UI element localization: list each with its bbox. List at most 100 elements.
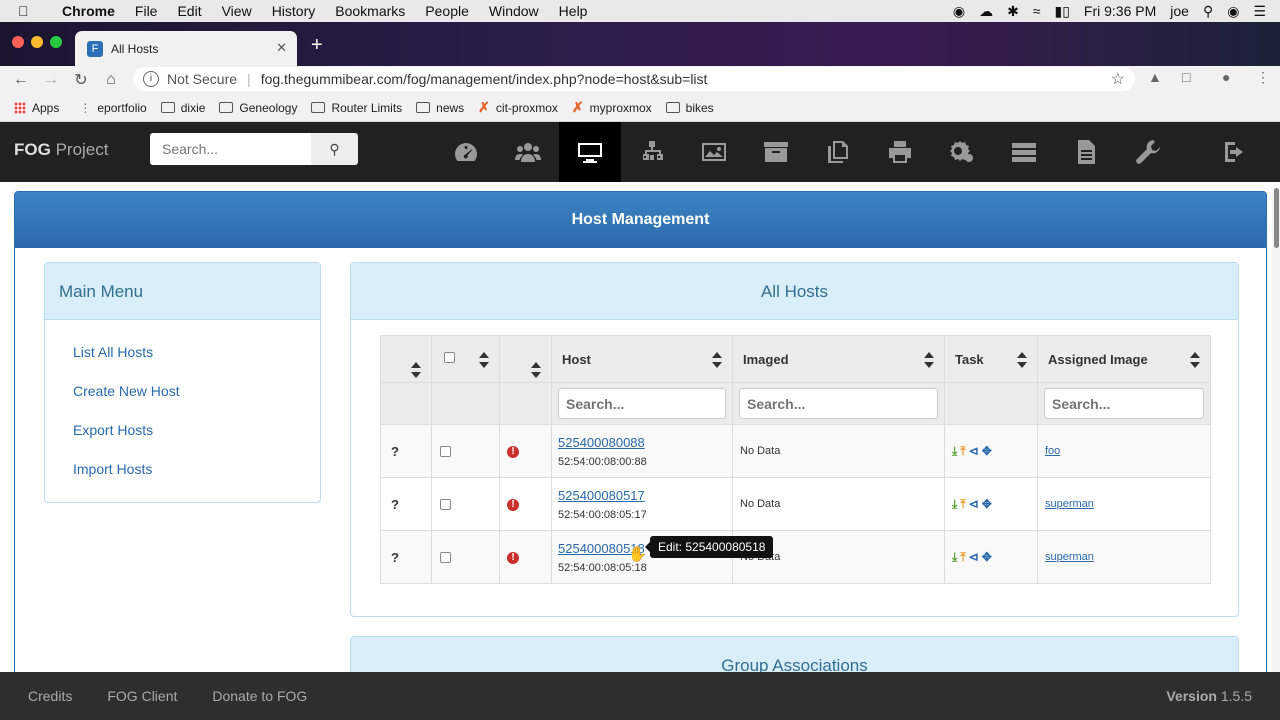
clock[interactable]: Fri 9:36 PM xyxy=(1084,3,1156,19)
share-icon[interactable]: ⊲ xyxy=(969,497,979,511)
menu-create-new-host[interactable]: Create New Host xyxy=(73,383,320,399)
apple-icon[interactable]:  xyxy=(18,3,40,19)
siri-icon[interactable]: ◉ xyxy=(1227,3,1239,20)
advanced-icon[interactable]: ✥ xyxy=(982,497,992,511)
select-column-header[interactable] xyxy=(431,335,500,383)
scrollbar[interactable] xyxy=(1272,188,1280,672)
settings-icon[interactable] xyxy=(1117,122,1179,182)
address-bar[interactable]: i Not Secure | fog.thegummibear.com/fog/… xyxy=(133,67,1135,91)
home-icon[interactable]: ⌂ xyxy=(96,71,126,89)
close-window-icon[interactable] xyxy=(12,36,24,48)
status-column-header[interactable] xyxy=(380,335,432,383)
deploy-icon[interactable]: ⤓ xyxy=(952,444,957,459)
sort-icon[interactable] xyxy=(411,362,421,378)
new-tab-icon[interactable]: + xyxy=(311,34,323,57)
menu-app-name[interactable]: Chrome xyxy=(62,3,115,19)
menu-help[interactable]: Help xyxy=(559,3,588,19)
bookmark-bikes[interactable]: bikes xyxy=(665,101,714,115)
row-checkbox[interactable] xyxy=(440,498,451,510)
bookmark-eportfolio[interactable]: ⋮ eportfolio xyxy=(79,101,146,115)
host-link[interactable]: 525400080517 xyxy=(558,488,732,503)
share-icon[interactable]: ⊲ xyxy=(969,444,979,458)
assigned-image-column-header[interactable]: Assigned Image xyxy=(1037,335,1211,383)
host-search-input[interactable] xyxy=(558,388,726,419)
menu-people[interactable]: People xyxy=(425,3,469,19)
footer-credits-link[interactable]: Credits xyxy=(28,688,72,704)
advanced-icon[interactable]: ✥ xyxy=(982,444,992,458)
sort-icon[interactable] xyxy=(1017,352,1027,368)
images-icon[interactable] xyxy=(683,122,745,182)
minimize-window-icon[interactable] xyxy=(31,36,43,48)
image-link[interactable]: foo xyxy=(1045,445,1060,457)
maximize-window-icon[interactable] xyxy=(50,36,62,48)
menu-edit[interactable]: Edit xyxy=(177,3,201,19)
footer-donate-link[interactable]: Donate to FOG xyxy=(212,688,307,704)
sort-icon[interactable] xyxy=(924,352,934,368)
menu-bookmarks[interactable]: Bookmarks xyxy=(335,3,405,19)
menu-history[interactable]: History xyxy=(272,3,316,19)
capture-icon[interactable]: ⤒ xyxy=(960,444,965,459)
forward-icon[interactable]: → xyxy=(36,71,66,89)
groups-icon[interactable] xyxy=(621,122,683,182)
service-icon[interactable] xyxy=(931,122,993,182)
task-column-header[interactable]: Task xyxy=(944,335,1038,383)
back-icon[interactable]: ← xyxy=(6,71,36,89)
spotlight-icon[interactable]: ⚲ xyxy=(1203,3,1213,20)
menu-import-hosts[interactable]: Import Hosts xyxy=(73,461,320,477)
image-link[interactable]: superman xyxy=(1045,498,1094,510)
profile-avatar[interactable]: ● xyxy=(1222,69,1230,85)
snapins-icon[interactable] xyxy=(807,122,869,182)
browser-tab[interactable]: F All Hosts ✕ xyxy=(75,31,297,66)
dashboard-icon[interactable] xyxy=(435,122,497,182)
bluetooth-icon[interactable]: ✱ xyxy=(1007,3,1019,20)
imaged-search-input[interactable] xyxy=(739,388,938,419)
bookmark-router-limits[interactable]: Router Limits xyxy=(311,101,402,115)
search-button[interactable]: ⚲ xyxy=(311,133,358,165)
menu-export-hosts[interactable]: Export Hosts xyxy=(73,422,320,438)
close-tab-icon[interactable]: ✕ xyxy=(276,40,287,56)
bookmark-cit-proxmox[interactable]: ✗ cit-proxmox xyxy=(478,99,558,116)
host-link[interactable]: 525400080088 xyxy=(558,435,732,450)
row-checkbox[interactable] xyxy=(440,551,451,563)
reports-icon[interactable] xyxy=(1055,122,1117,182)
sort-icon[interactable] xyxy=(479,352,489,368)
footer-fog-client-link[interactable]: FOG Client xyxy=(107,688,177,704)
header-search-input[interactable] xyxy=(150,133,311,165)
tasks-icon[interactable] xyxy=(993,122,1055,182)
deploy-icon[interactable]: ⤓ xyxy=(952,550,957,565)
battery-icon[interactable]: ▮▯ xyxy=(1054,3,1069,20)
bookmark-dixie[interactable]: dixie xyxy=(160,101,205,115)
sort-icon[interactable] xyxy=(712,352,722,368)
row-checkbox[interactable] xyxy=(440,445,451,457)
capture-icon[interactable]: ⤒ xyxy=(960,497,965,512)
notification-list-icon[interactable]: ☰ xyxy=(1253,3,1266,20)
bookmark-geneology[interactable]: Geneology xyxy=(219,101,297,115)
sort-icon[interactable] xyxy=(1190,352,1200,368)
deploy-icon[interactable]: ⤓ xyxy=(952,497,957,512)
printers-icon[interactable] xyxy=(869,122,931,182)
info-icon[interactable]: i xyxy=(143,71,159,87)
bookmark-apps[interactable]: Apps xyxy=(14,101,59,115)
storage-icon[interactable] xyxy=(745,122,807,182)
chrome-menu-icon[interactable]: ⋮ xyxy=(1256,69,1270,86)
drive-extension-icon[interactable]: ▲ xyxy=(1148,69,1162,85)
url-text[interactable]: fog.thegummibear.com/fog/management/inde… xyxy=(261,71,708,87)
image-search-input[interactable] xyxy=(1044,388,1204,419)
cloud-icon[interactable]: ☁ xyxy=(979,3,993,20)
users-icon[interactable] xyxy=(497,122,559,182)
warn-column-header[interactable] xyxy=(499,335,552,383)
extension-icon[interactable]: □ xyxy=(1182,69,1190,85)
advanced-icon[interactable]: ✥ xyxy=(982,550,992,564)
capture-icon[interactable]: ⤒ xyxy=(960,550,965,565)
imaged-column-header[interactable]: Imaged xyxy=(732,335,945,383)
logout-icon[interactable] xyxy=(1204,122,1266,182)
record-icon[interactable]: ◉ xyxy=(953,3,965,20)
bookmark-myproxmox[interactable]: ✗ myproxmox xyxy=(572,99,652,116)
menu-window[interactable]: Window xyxy=(489,3,539,19)
share-icon[interactable]: ⊲ xyxy=(969,550,979,564)
wifi-icon[interactable]: ≈ xyxy=(1033,3,1041,19)
user-name[interactable]: joe xyxy=(1170,3,1189,19)
menu-list-all-hosts[interactable]: List All Hosts xyxy=(73,344,320,360)
bookmark-news[interactable]: news xyxy=(416,101,464,115)
menu-file[interactable]: File xyxy=(135,3,158,19)
